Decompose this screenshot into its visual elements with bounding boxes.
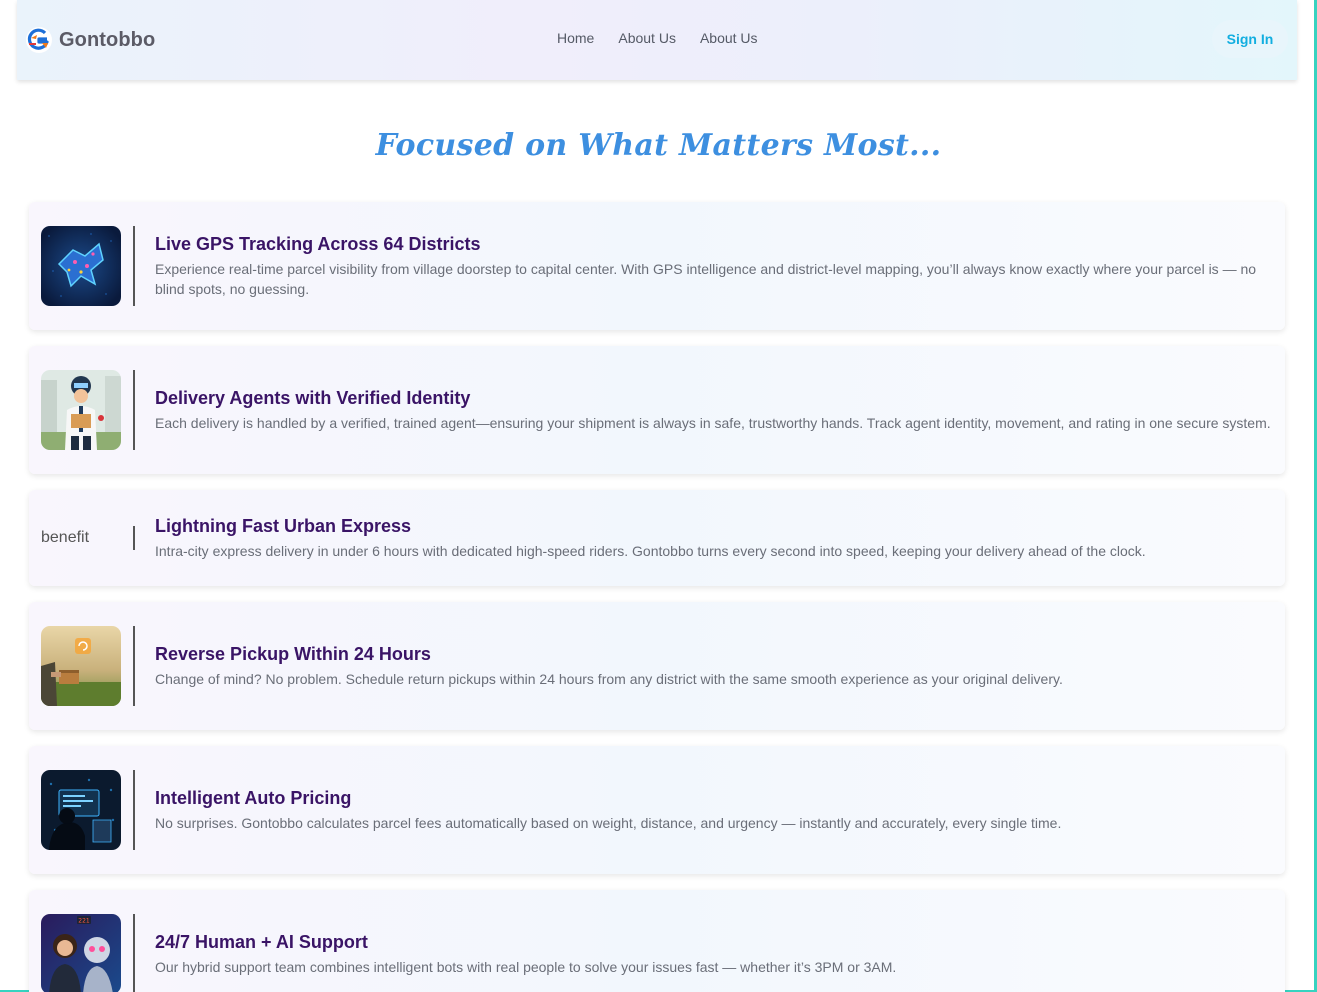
card-divider [133,770,135,850]
feature-description: Change of mind? No problem. Schedule ret… [155,670,1063,687]
support-image: 221 [41,914,121,992]
feature-card-support: 221 24/7 Human + AI Support Our hybrid s… [29,890,1285,992]
feature-card-agents: Delivery Agents with Verified Identity E… [29,346,1285,474]
feature-title: 24/7 Human + AI Support [155,931,368,952]
gontobbo-logo-icon [26,27,52,53]
feature-card-gps: Live GPS Tracking Across 64 Districts Ex… [29,202,1285,330]
card-divider [133,226,135,306]
feature-description: Each delivery is handled by a verified, … [155,414,1271,431]
delivery-agent-image [41,370,121,450]
page: Gontobbo Home About Us About Us Sign In … [0,0,1317,992]
card-text: Reverse Pickup Within 24 Hours Change of… [155,644,1273,689]
card-text: Delivery Agents with Verified Identity E… [155,388,1273,433]
feature-title: Lightning Fast Urban Express [155,515,412,536]
feature-card-reverse-pickup: Reverse Pickup Within 24 Hours Change of… [29,602,1285,730]
feature-card-auto-pricing: Intelligent Auto Pricing No surprises. G… [29,746,1285,874]
feature-description: Our hybrid support team combines intelli… [155,958,897,975]
auto-pricing-image [41,770,121,850]
card-divider [133,914,135,992]
card-text: Live GPS Tracking Across 64 Districts Ex… [155,234,1273,299]
feature-title: Intelligent Auto Pricing [155,787,352,808]
card-divider [133,526,135,550]
support-image-badge: 221 [78,918,90,925]
sign-in-button[interactable]: Sign In [1212,20,1288,58]
card-text: Lightning Fast Urban Express Intra-city … [155,516,1273,561]
feature-list: Live GPS Tracking Across 64 Districts Ex… [29,202,1285,992]
broken-image-alt-text: benefit [41,529,90,546]
feature-description: Experience real-time parcel visibility f… [155,260,1257,297]
brand-name: Gontobbo [59,28,156,51]
card-divider [133,626,135,706]
nav-link-about-us[interactable]: About Us [618,30,676,46]
card-divider [133,370,135,450]
feature-title: Delivery Agents with Verified Identity [155,387,471,408]
gps-map-image [41,226,121,306]
feature-card-express: benefit Lightning Fast Urban Express Int… [29,490,1285,586]
reverse-pickup-image [41,626,121,706]
feature-description: Intra-city express delivery in under 6 h… [155,542,1146,559]
feature-title: Reverse Pickup Within 24 Hours [155,643,431,664]
section-title: Focused on What Matters Most... [375,128,942,163]
feature-description: No surprises. Gontobbo calculates parcel… [155,814,1062,831]
nav-link-about-us-2[interactable]: About Us [700,30,758,46]
nav-link-home[interactable]: Home [557,30,594,46]
card-text: 24/7 Human + AI Support Our hybrid suppo… [155,932,1273,977]
brand[interactable]: Gontobbo [25,26,155,54]
navbar: Gontobbo Home About Us About Us Sign In [17,0,1297,80]
nav-links: Home About Us About Us [557,30,758,46]
feature-title: Live GPS Tracking Across 64 Districts [155,233,481,254]
card-text: Intelligent Auto Pricing No surprises. G… [155,788,1273,833]
